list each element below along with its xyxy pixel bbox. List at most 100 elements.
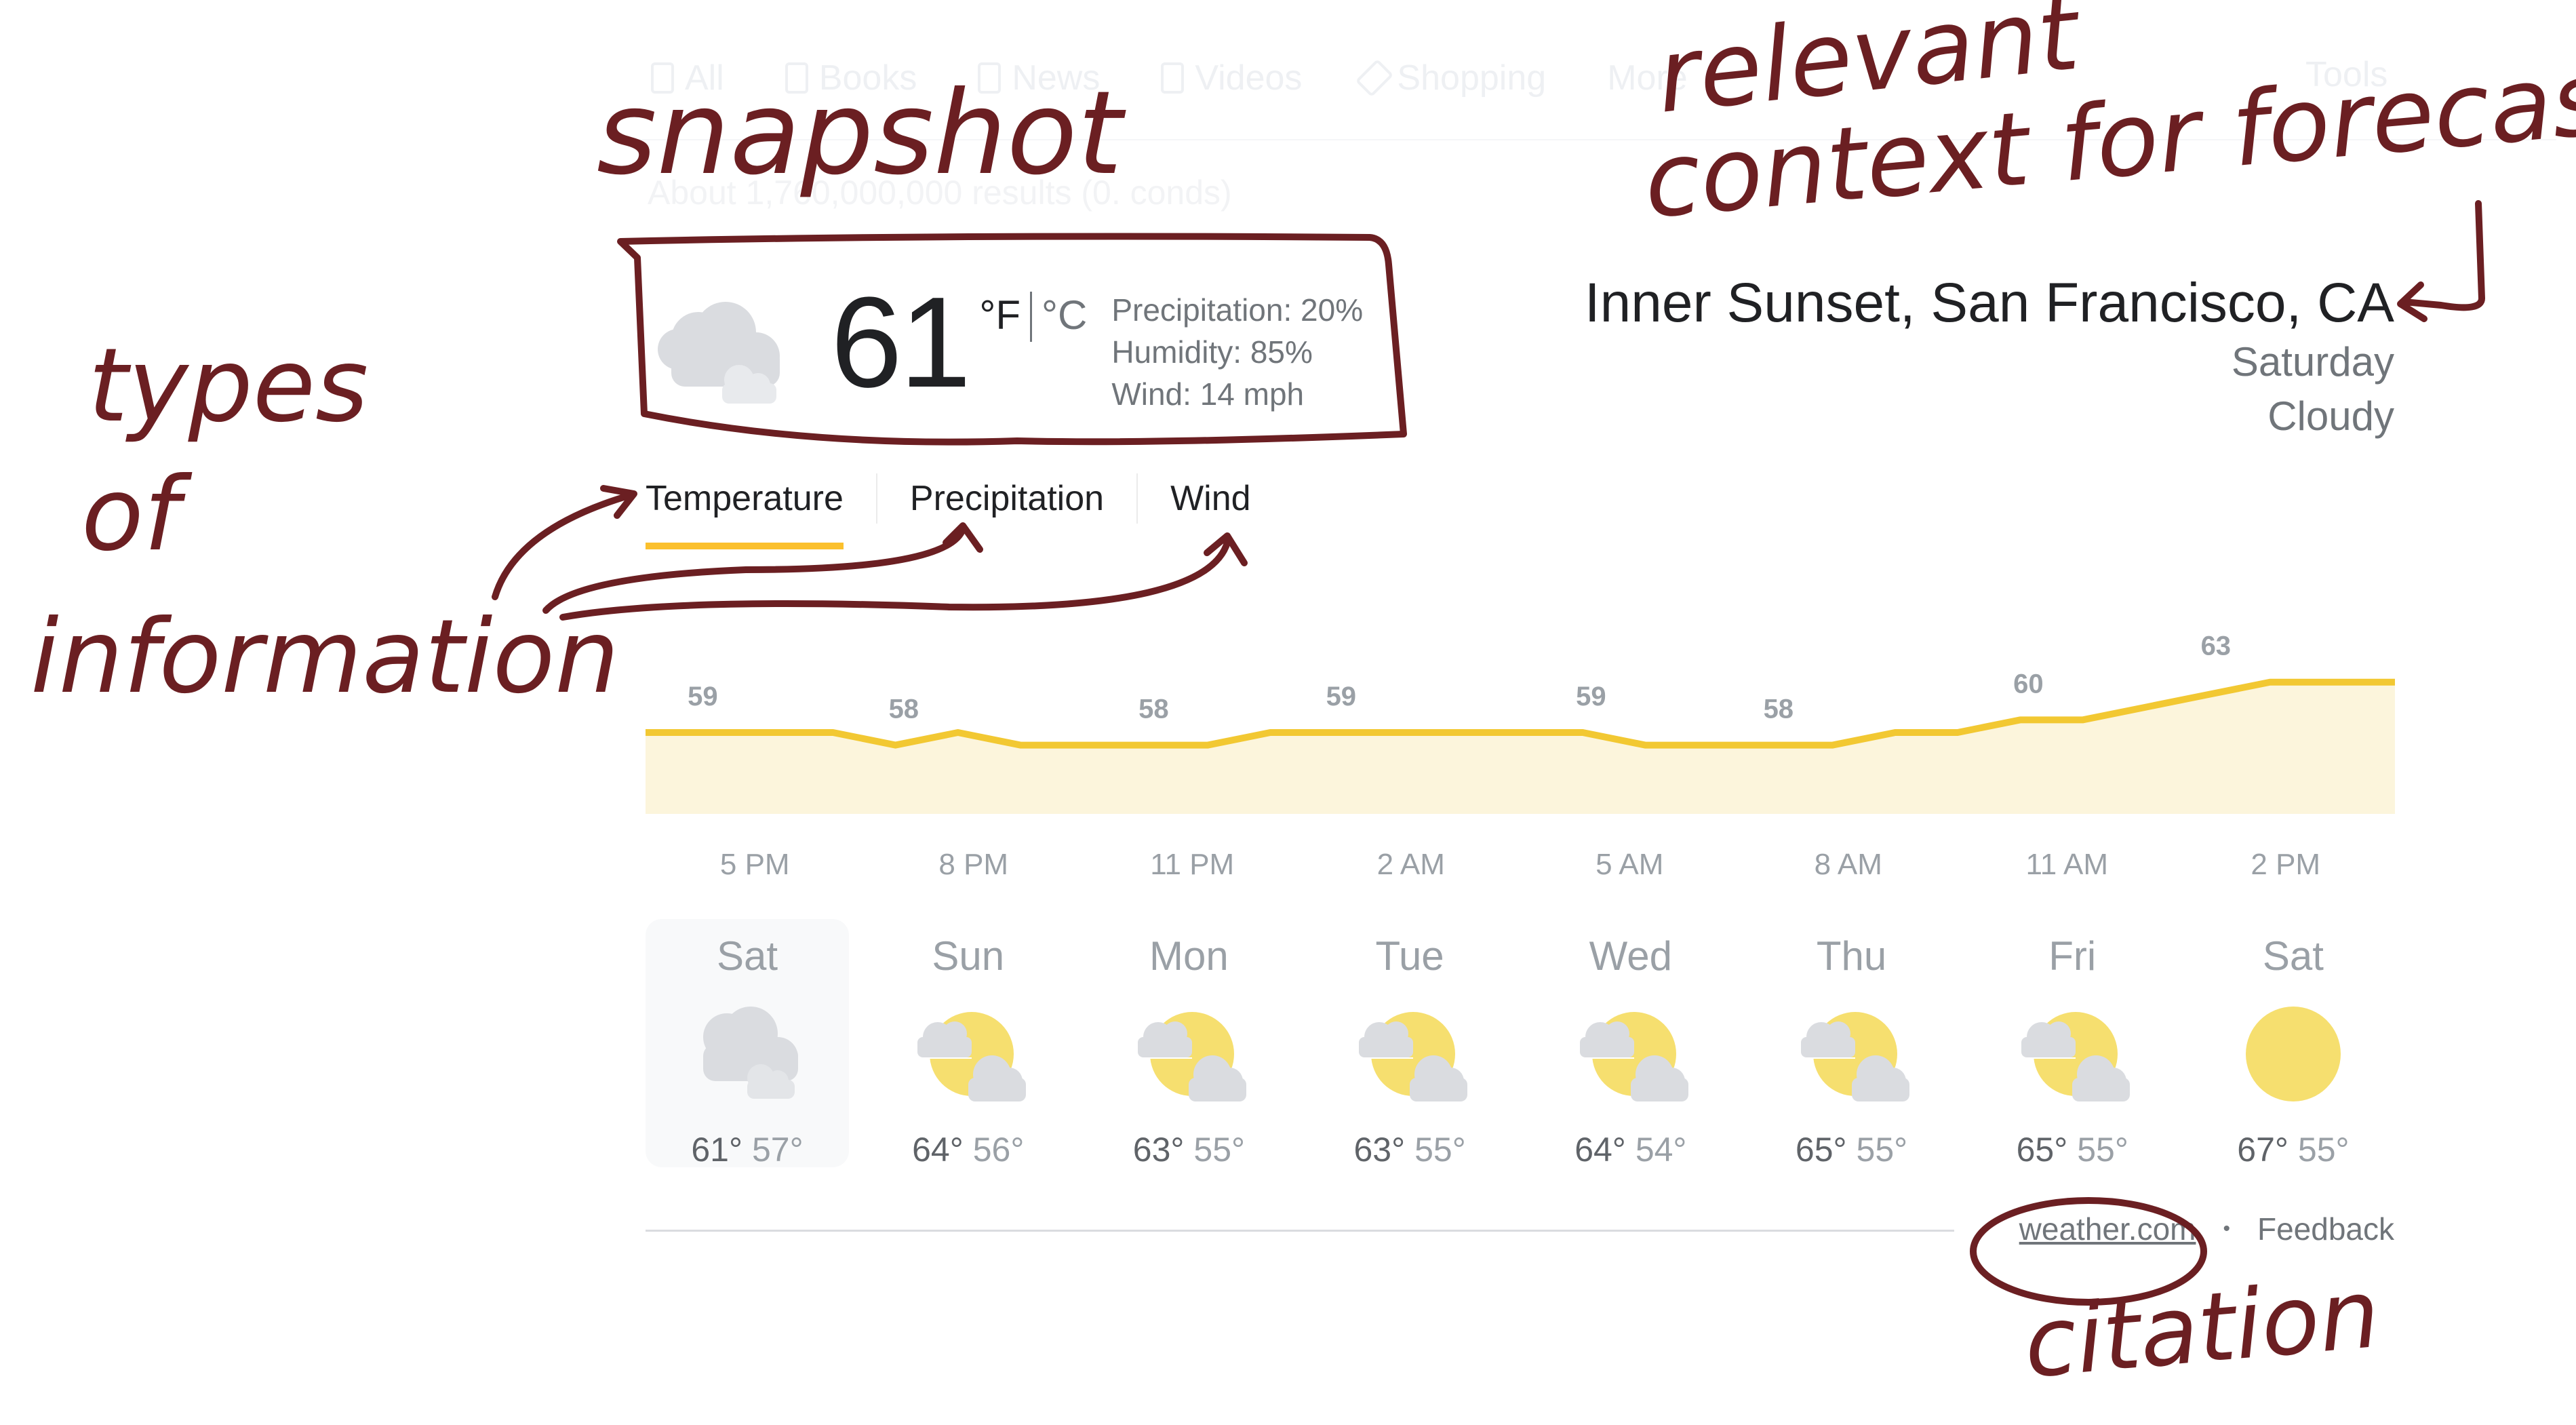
- low-temp: 54°: [1635, 1131, 1687, 1169]
- low-temp: 55°: [2297, 1131, 2350, 1169]
- context-arrow: [2397, 200, 2485, 322]
- day-temperatures: 63° 55°: [1353, 1130, 1465, 1169]
- location-day: Saturday: [2231, 339, 2394, 385]
- forecast-day[interactable]: Wed 64° 54°: [1529, 919, 1732, 1169]
- forecast-day[interactable]: Sat 67° 55°: [2192, 919, 2395, 1169]
- day-name: Thu: [1816, 933, 1887, 979]
- nav-more[interactable]: More: [1607, 54, 1687, 102]
- day-temperatures: 65° 55°: [2017, 1130, 2128, 1169]
- video-icon: [1161, 62, 1185, 94]
- book-icon: [785, 62, 808, 94]
- annotation-information: information: [31, 598, 619, 716]
- day-temperatures: 64° 54°: [1574, 1130, 1686, 1169]
- weather-tabs: Temperature Precipitation Wind: [646, 468, 1251, 549]
- time-label: 5 AM: [1596, 848, 1664, 881]
- tools-button[interactable]: Tools: [2305, 54, 2387, 95]
- forecast-day[interactable]: Fri 65° 55°: [1970, 919, 2174, 1169]
- day-temperatures: 65° 55°: [1796, 1130, 1907, 1169]
- weather-details: Precipitation: 20% Humidity: 85% Wind: 1…: [1111, 289, 1363, 415]
- high-temp: 63°: [1353, 1131, 1406, 1169]
- temperature-label: 58: [889, 695, 919, 724]
- footer-separator: •: [2223, 1217, 2230, 1240]
- temperature-label: 60: [2013, 669, 2044, 699]
- time-label: 8 AM: [1814, 848, 1882, 881]
- time-label: 8 PM: [938, 848, 1009, 881]
- annotation-types: types: [88, 327, 368, 445]
- search-icon: [651, 62, 674, 94]
- time-label: 5 PM: [719, 848, 790, 881]
- source-link[interactable]: weather.com: [2019, 1211, 2196, 1247]
- day-temperatures: 64° 56°: [912, 1130, 1024, 1169]
- nav-shopping[interactable]: Shopping: [1355, 54, 1546, 102]
- tab-wind[interactable]: Wind: [1170, 468, 1250, 529]
- high-temp: 61°: [691, 1131, 742, 1169]
- attribution-footer: weather.com • Feedback: [2019, 1211, 2394, 1247]
- partly-cloudy-icon: [2008, 1000, 2137, 1108]
- celsius-button[interactable]: °C: [1042, 292, 1087, 338]
- day-name: Mon: [1149, 933, 1229, 979]
- partly-cloudy-icon: [1345, 1000, 1474, 1108]
- tab-temperature[interactable]: Temperature: [646, 468, 844, 549]
- fahrenheit-button[interactable]: °F: [979, 292, 1021, 338]
- location-block: Inner Sunset, San Francisco, CA Saturday…: [1585, 271, 2394, 444]
- sunny-icon: [2229, 1000, 2358, 1108]
- precipitation-value: Precipitation: 20%: [1111, 292, 1364, 328]
- unit-separator: [1030, 292, 1032, 342]
- high-temp: 63°: [1132, 1131, 1185, 1169]
- temperature-label: 58: [1764, 695, 1794, 724]
- day-temperatures: 61° 57°: [691, 1130, 803, 1169]
- tabs-arrow-precipitation: [542, 522, 983, 614]
- tab-separator: [875, 473, 877, 524]
- time-axis: 5 PM 8 PM 11 PM 2 AM 5 AM 8 AM 11 AM 2 PM: [646, 848, 2395, 882]
- forecast-day[interactable]: Sat 61° 57°: [646, 919, 849, 1169]
- current-temperature: 61: [831, 271, 971, 414]
- cloudy-icon: [683, 1000, 812, 1108]
- day-temperatures: 67° 55°: [2237, 1130, 2349, 1169]
- high-temp: 64°: [1574, 1131, 1626, 1169]
- tab-separator: [1136, 473, 1138, 524]
- tab-precipitation[interactable]: Precipitation: [910, 468, 1104, 529]
- day-name: Tue: [1375, 933, 1444, 979]
- feedback-link[interactable]: Feedback: [2257, 1211, 2394, 1247]
- day-name: Sat: [2262, 933, 2324, 979]
- forecast-day[interactable]: Mon 63° 55°: [1087, 919, 1290, 1169]
- low-temp: 56°: [972, 1131, 1025, 1169]
- nav-all[interactable]: All: [651, 54, 724, 102]
- low-temp: 57°: [752, 1131, 804, 1169]
- annotation-of: of: [81, 456, 193, 574]
- forecast-day[interactable]: Sun 64° 56°: [867, 919, 1070, 1169]
- nav-books[interactable]: Books: [785, 54, 917, 102]
- search-nav: All Books News Videos Shopping More: [651, 54, 1749, 102]
- forecast-day[interactable]: Thu 65° 55°: [1750, 919, 1954, 1169]
- high-temp: 65°: [1795, 1131, 1847, 1169]
- footer-divider: [646, 1230, 1954, 1232]
- temperature-label: 59: [688, 682, 717, 711]
- partly-cloudy-icon: [904, 1000, 1033, 1108]
- nav-news[interactable]: News: [978, 54, 1100, 102]
- tabs-arrow-temperature: [492, 485, 637, 600]
- current-weather-snapshot: 61 °F °C Precipitation: 20% Humidity: 85…: [651, 278, 1363, 427]
- tag-icon: [1355, 58, 1394, 98]
- day-name: Sat: [716, 933, 778, 979]
- nav-videos[interactable]: Videos: [1161, 54, 1302, 102]
- day-name: Fri: [2048, 933, 2097, 979]
- temperature-chart: 59 58 58 59 59 58 60 63: [646, 631, 2395, 814]
- humidity-value: Humidity: 85%: [1111, 334, 1313, 370]
- forecast-day[interactable]: Tue 63° 55°: [1308, 919, 1511, 1169]
- day-name: Wed: [1589, 933, 1672, 979]
- low-temp: 55°: [1414, 1131, 1466, 1169]
- low-temp: 55°: [2077, 1131, 2128, 1169]
- high-temp: 64°: [912, 1131, 964, 1169]
- nav-divider: [637, 139, 2556, 140]
- temperature-label: 63: [2201, 631, 2232, 661]
- temperature-label: 58: [1138, 695, 1169, 724]
- unit-toggle: °F °C: [979, 292, 1087, 342]
- low-temp: 55°: [1193, 1131, 1246, 1169]
- day-name: Sun: [932, 933, 1005, 979]
- results-count: About 1,760,000,000 results (0. conds): [648, 174, 1232, 212]
- partly-cloudy-icon: [1787, 1000, 1916, 1108]
- news-icon: [978, 62, 1002, 94]
- daily-forecast: Sat 61° 57° Sun 64° 56° Mon 63° 55° Tue 63° 55° Wed 6…: [646, 919, 2395, 1169]
- time-label: 2 AM: [1376, 848, 1445, 881]
- day-temperatures: 63° 55°: [1133, 1130, 1245, 1169]
